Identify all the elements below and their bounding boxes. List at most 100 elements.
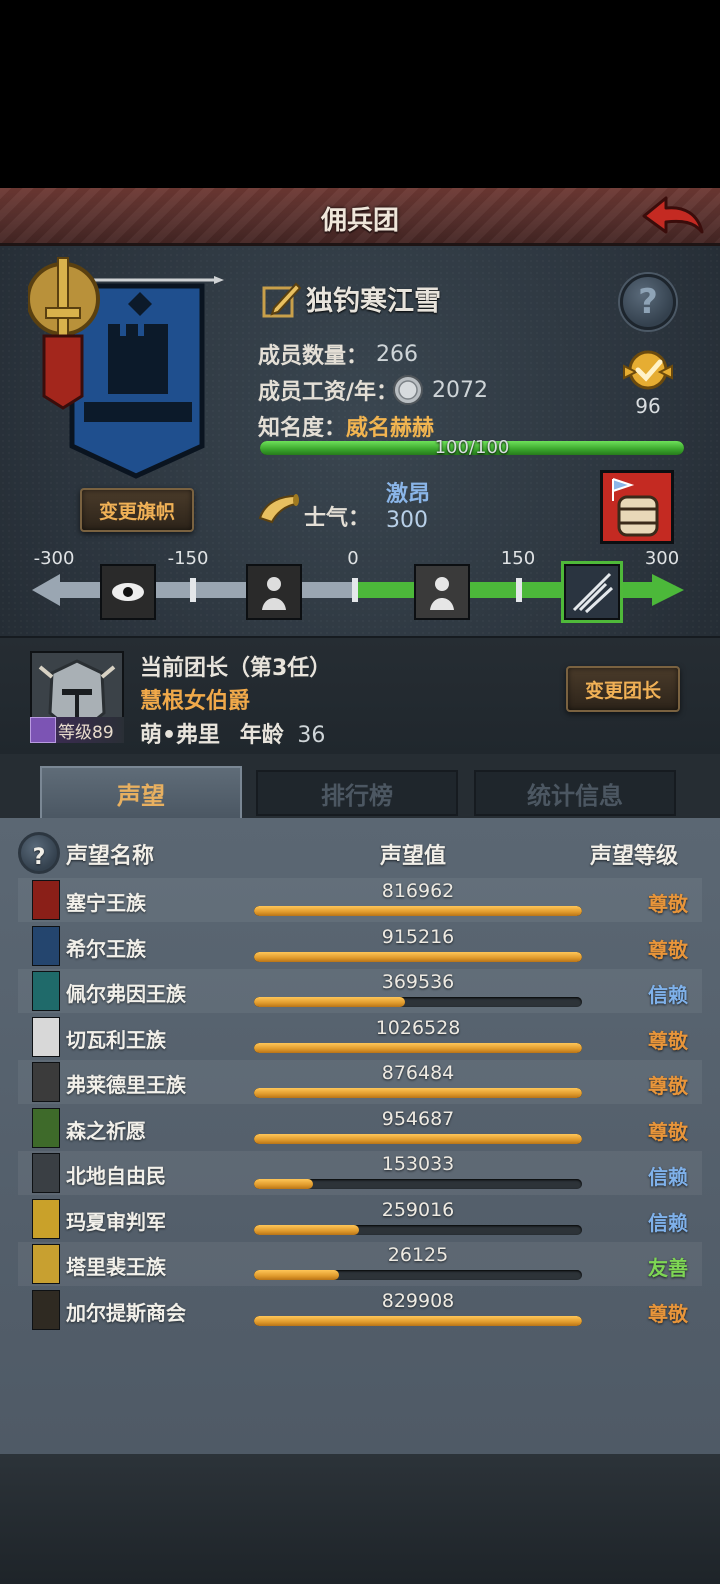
members-label: 成员数量： (258, 344, 369, 369)
bottom-area (0, 1454, 720, 1584)
tab-leaderboard[interactable]: 排行榜 (256, 770, 458, 816)
reputation-row[interactable]: 塞宁王族 816962 尊敬 (18, 878, 702, 922)
merc-name-row: 独钓寒江雪 (262, 278, 441, 318)
faction-level: 尊敬 (648, 892, 688, 916)
reputation-row[interactable]: 北地自由民 153033 信赖 (18, 1151, 702, 1195)
rank-badge[interactable]: 96 (616, 346, 680, 418)
silver-coin-icon (393, 375, 424, 405)
morale-tick-label: -300 (33, 548, 75, 569)
faction-crest-icon (32, 1244, 60, 1284)
faction-progress-fill (254, 1088, 582, 1098)
faction-value: 816962 (381, 880, 455, 902)
faction-crest-icon (32, 1107, 60, 1148)
reputation-row[interactable]: 森之祈愿 954687 尊敬 (18, 1106, 702, 1150)
morale-value: 300 (386, 508, 428, 533)
commander-title: 当前团长（第3任） (140, 656, 332, 681)
morale-tick-label: 0 (347, 548, 359, 569)
commander-name: 萌•弗里 (140, 723, 221, 748)
faction-value: 153033 (381, 1153, 455, 1175)
faction-progress-fill (254, 1224, 359, 1235)
faction-crest-icon (32, 1016, 60, 1057)
reputation-row[interactable]: 玛夏审判军 259016 信赖 (18, 1197, 702, 1241)
faction-name: 塔里裴王族 (66, 1255, 166, 1279)
fame-progress-text: 100/100 (434, 437, 510, 458)
back-button[interactable] (640, 192, 706, 242)
salary-value: 2072 (432, 377, 489, 403)
barrel-icon (612, 478, 659, 537)
faction-name: 佩尔弗因王族 (66, 982, 186, 1006)
faction-progress-bar (254, 1224, 582, 1235)
faction-progress-bar (254, 1133, 582, 1144)
faction-crest-icon (32, 1062, 60, 1102)
question-icon: ? (638, 282, 658, 322)
commander-age-label: 年龄 (239, 723, 284, 748)
faction-level: 信赖 (648, 1165, 688, 1189)
tab-bar: 声望 排行榜 统计信息 (0, 754, 720, 818)
page-title: 佣兵团 (320, 206, 399, 236)
reputation-row[interactable]: 佩尔弗因王族 369536 信赖 (18, 969, 702, 1013)
faction-level: 尊敬 (648, 1074, 688, 1098)
members-value: 266 (376, 341, 419, 367)
faction-progress-bar (254, 1270, 582, 1280)
faction-value: 26125 (387, 1244, 449, 1266)
faction-crest-icon (32, 880, 60, 920)
morale-terrified-icon[interactable] (100, 564, 156, 620)
rank-medal-icon (623, 350, 673, 390)
morale-calm-icon[interactable] (414, 564, 470, 620)
faction-progress-fill (254, 1315, 582, 1326)
commander-age: 36 (297, 723, 326, 748)
faction-name: 玛夏审判军 (66, 1209, 166, 1234)
faction-progress-fill (254, 951, 582, 962)
faction-progress-fill (254, 1179, 314, 1189)
back-arrow-icon (642, 196, 704, 234)
commander-info: 萌•弗里 年龄 36 (140, 717, 325, 749)
morale-item-button[interactable] (600, 470, 674, 544)
morale-label: 士气： (304, 506, 371, 531)
faction-level: 信赖 (648, 983, 688, 1007)
reputation-row[interactable]: 切瓦利王族 1026528 尊敬 (18, 1015, 702, 1059)
faction-name: 弗莱德里王族 (66, 1073, 186, 1097)
faction-value: 954687 (381, 1107, 455, 1130)
screen: 佣兵团 变更旗帜 独钓寒江雪 ? 成员数量： 266 成员工资/年： 2072 … (0, 0, 720, 1584)
faction-progress-fill (254, 997, 405, 1007)
reputation-help-button[interactable]: ? (18, 832, 60, 874)
morale-heroic-icon[interactable] (564, 564, 620, 620)
faction-level: 尊敬 (648, 1301, 688, 1326)
edit-name-icon[interactable] (262, 278, 302, 318)
reputation-row[interactable]: 加尔提斯商会 829908 尊敬 (18, 1288, 702, 1332)
faction-progress-fill (254, 1133, 582, 1144)
commander-level-badge: 等级89 (30, 717, 124, 743)
members-stat: 成员数量： 266 (258, 338, 418, 370)
morale-fearful-icon[interactable] (246, 564, 302, 620)
faction-value: 259016 (381, 1198, 455, 1221)
faction-progress-bar (254, 1179, 582, 1189)
faction-value: 1026528 (375, 1016, 461, 1039)
morale-tick-label: -150 (167, 548, 209, 569)
faction-level: 尊敬 (648, 1028, 688, 1053)
faction-progress-bar (254, 997, 582, 1007)
faction-progress-fill (254, 1270, 340, 1280)
help-button[interactable]: ? (620, 274, 676, 330)
reputation-header: ? 声望名称 声望值 声望等级 (0, 828, 720, 876)
reputation-row[interactable]: 弗莱德里王族 876484 尊敬 (18, 1060, 702, 1104)
question-icon: ? (32, 845, 46, 870)
reputation-row[interactable]: 希尔王族 915216 尊敬 (18, 924, 702, 968)
faction-name: 加尔提斯商会 (66, 1300, 186, 1325)
tab-reputation[interactable]: 声望 (40, 766, 242, 818)
faction-progress-bar (254, 1042, 582, 1053)
faction-name: 塞宁王族 (66, 891, 146, 915)
faction-crest-icon (32, 971, 60, 1011)
tab-statistics[interactable]: 统计信息 (474, 770, 676, 816)
morale-state: 激昂 (386, 482, 431, 507)
change-commander-button[interactable]: 变更团长 (566, 666, 680, 712)
faction-progress-bar (254, 1315, 582, 1326)
staff-icon (30, 717, 56, 743)
salary-stat: 成员工资/年： 2072 (258, 374, 488, 406)
morale-tick-label: 150 (500, 548, 536, 569)
faction-value: 915216 (381, 925, 455, 948)
reputation-row[interactable]: 塔里裴王族 26125 友善 (18, 1242, 702, 1286)
change-banner-button[interactable]: 变更旗帜 (80, 488, 194, 532)
merc-name: 独钓寒江雪 (306, 285, 441, 317)
horn-icon (258, 494, 299, 524)
faction-progress-bar (254, 906, 582, 916)
